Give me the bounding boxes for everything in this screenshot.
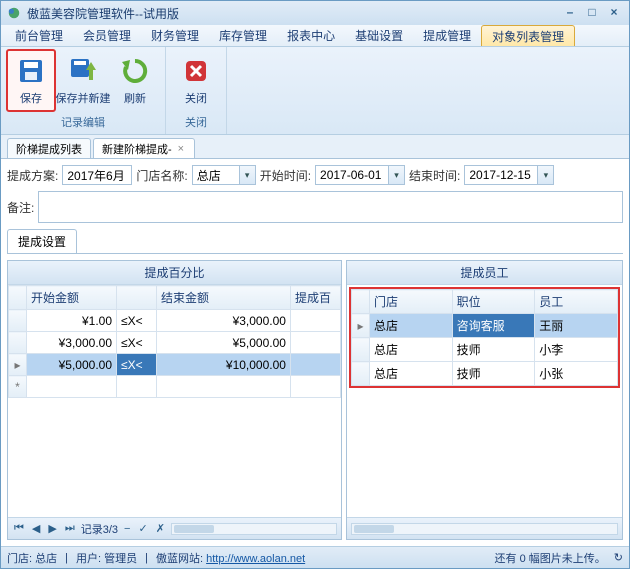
col-op (117, 286, 157, 310)
pager-text: 记录3/3 (81, 521, 118, 537)
col-employee[interactable]: 员工 (535, 290, 618, 314)
refresh-button[interactable]: 刷新 (110, 49, 160, 112)
employee-grid-pager (347, 517, 622, 539)
close-icon (181, 56, 211, 86)
doc-tab-1[interactable]: 新建阶梯提成-× (93, 138, 195, 158)
percent-grid-panel: 提成百分比 开始金额 结束金额 提成百 ¥1.00≤X<¥3,000.00¥3,… (7, 260, 342, 540)
status-user: 管理员 (104, 553, 137, 565)
end-date-input[interactable] (464, 165, 538, 185)
col-store[interactable]: 门店 (369, 290, 452, 314)
table-row[interactable]: 总店技师小张 (351, 362, 617, 386)
percent-grid-pager: ⏮ ◀ ▶ ⏭ 记录3/3 − ✓ ✗ (8, 517, 341, 539)
horizontal-scrollbar[interactable] (351, 523, 618, 535)
app-icon (7, 6, 21, 20)
menu-item-6[interactable]: 提成管理 (413, 25, 481, 46)
start-date-input[interactable] (315, 165, 389, 185)
inner-tabs: 提成设置 (7, 229, 623, 254)
close-window-button[interactable]: × (605, 6, 623, 20)
content-area: 提成方案: 门店名称: ▾ 开始时间: ▾ 结束时间: ▾ 备注: 提成设置 (1, 159, 629, 546)
menu-item-1[interactable]: 会员管理 (73, 25, 141, 46)
start-date-picker[interactable]: ▾ (315, 165, 405, 185)
pager-last[interactable]: ⏭ (63, 522, 77, 535)
form-row-remark: 备注: (7, 191, 623, 223)
table-row[interactable]: ¥3,000.00≤X<¥5,000.00 (9, 332, 341, 354)
save-icon (16, 56, 46, 86)
pager-prev[interactable]: ◀ (30, 522, 42, 535)
document-tabs: 阶梯提成列表新建阶梯提成-× (1, 135, 629, 159)
percent-grid[interactable]: 开始金额 结束金额 提成百 ¥1.00≤X<¥3,000.00¥3,000.00… (8, 285, 341, 398)
ribbon: 保存保存并新建刷新记录编辑关闭关闭 (1, 47, 629, 135)
percent-grid-title: 提成百分比 (8, 261, 341, 285)
table-row[interactable]: 总店技师小李 (351, 338, 617, 362)
employee-grid-body: 门店 职位 员工 ▸总店咨询客服王丽总店技师小李总店技师小张 (347, 285, 622, 517)
title-bar: 傲蓝美容院管理软件--试用版 – □ × (1, 1, 629, 25)
save-new-button[interactable]: 保存并新建 (58, 49, 108, 112)
pager-first[interactable]: ⏮ (12, 522, 26, 535)
pager-next[interactable]: ▶ (46, 522, 58, 535)
app-window: 傲蓝美容院管理软件--试用版 – □ × 前台管理会员管理财务管理库存管理报表中… (0, 0, 630, 569)
menu-item-3[interactable]: 库存管理 (209, 25, 277, 46)
chevron-down-icon[interactable]: ▾ (389, 165, 405, 185)
employee-grid[interactable]: 门店 职位 员工 ▸总店咨询客服王丽总店技师小李总店技师小张 (351, 289, 618, 386)
plan-input[interactable] (62, 165, 132, 185)
upload-status: 还有 0 幅图片未上传。 (495, 550, 606, 566)
store-label: 门店名称: (136, 167, 187, 184)
menu-item-5[interactable]: 基础设置 (345, 25, 413, 46)
new-row[interactable]: * (9, 376, 341, 398)
table-row[interactable]: ▸¥5,000.00≤X<¥10,000.00 (9, 354, 341, 376)
save-new-icon (68, 56, 98, 86)
pager-cancel[interactable]: ✗ (154, 522, 167, 535)
status-store: 总店 (35, 553, 57, 565)
menu-item-7[interactable]: 对象列表管理 (481, 25, 575, 46)
col-percent[interactable]: 提成百 (290, 286, 340, 310)
menu-item-0[interactable]: 前台管理 (5, 25, 73, 46)
pager-minus[interactable]: − (122, 523, 132, 535)
store-input[interactable] (192, 165, 240, 185)
end-label: 结束时间: (409, 167, 460, 184)
close-button[interactable]: 关闭 (171, 49, 221, 112)
horizontal-scrollbar[interactable] (171, 523, 337, 535)
menu-item-2[interactable]: 财务管理 (141, 25, 209, 46)
employee-grid-title: 提成员工 (347, 261, 622, 285)
end-date-picker[interactable]: ▾ (464, 165, 554, 185)
start-label: 开始时间: (260, 167, 311, 184)
status-refresh-icon[interactable]: ↻ (614, 551, 623, 564)
tab-commission-settings[interactable]: 提成设置 (7, 229, 77, 253)
site-link[interactable]: http://www.aolan.net (206, 553, 305, 565)
remark-label: 备注: (7, 199, 34, 216)
menu-item-4[interactable]: 报表中心 (277, 25, 345, 46)
col-start-amount[interactable]: 开始金额 (27, 286, 117, 310)
save-button[interactable]: 保存 (6, 49, 56, 112)
employee-grid-panel: 提成员工 门店 职位 员工 ▸总店咨询客服王丽总店技师小李总店技师小张 (346, 260, 623, 540)
close-icon[interactable]: × (176, 143, 186, 155)
form-row-1: 提成方案: 门店名称: ▾ 开始时间: ▾ 结束时间: ▾ (7, 165, 623, 185)
doc-tab-0[interactable]: 阶梯提成列表 (7, 138, 91, 158)
table-row[interactable]: ▸总店咨询客服王丽 (351, 314, 617, 338)
col-role[interactable]: 职位 (452, 290, 535, 314)
col-end-amount[interactable]: 结束金额 (157, 286, 291, 310)
table-row[interactable]: ¥1.00≤X<¥3,000.00 (9, 310, 341, 332)
status-bar: 门店: 总店 | 用户: 管理员 | 傲蓝网站: http://www.aola… (1, 546, 629, 568)
store-dropdown[interactable]: ▾ (192, 165, 256, 185)
maximize-button[interactable]: □ (583, 6, 601, 20)
chevron-down-icon[interactable]: ▾ (538, 165, 554, 185)
percent-grid-body: 开始金额 结束金额 提成百 ¥1.00≤X<¥3,000.00¥3,000.00… (8, 285, 341, 517)
menu-bar: 前台管理会员管理财务管理库存管理报表中心基础设置提成管理对象列表管理 (1, 25, 629, 47)
refresh-icon (120, 56, 150, 86)
pager-check[interactable]: ✓ (136, 522, 149, 535)
grids-row: 提成百分比 开始金额 结束金额 提成百 ¥1.00≤X<¥3,000.00¥3,… (7, 260, 623, 540)
chevron-down-icon[interactable]: ▾ (240, 165, 256, 185)
remark-input[interactable] (38, 191, 623, 223)
plan-label: 提成方案: (7, 167, 58, 184)
minimize-button[interactable]: – (561, 6, 579, 20)
window-title: 傲蓝美容院管理软件--试用版 (27, 5, 179, 22)
